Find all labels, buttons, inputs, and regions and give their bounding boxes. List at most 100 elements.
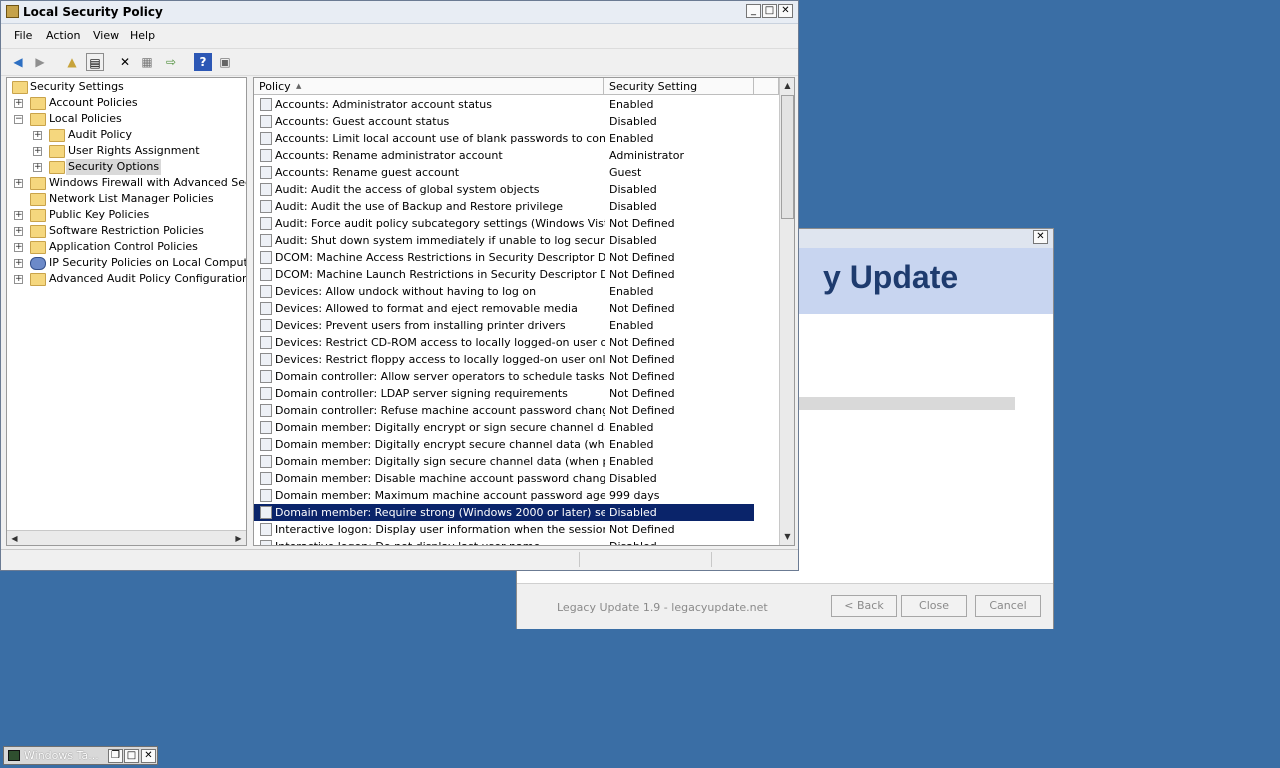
table-row[interactable]: Audit: Shut down system immediately if u… bbox=[254, 232, 754, 249]
scroll-left-icon[interactable]: ◀ bbox=[7, 531, 22, 545]
table-row[interactable]: DCOM: Machine Launch Restrictions in Sec… bbox=[254, 266, 754, 283]
expand-icon[interactable]: + bbox=[14, 99, 23, 108]
forward-icon[interactable]: ▶ bbox=[31, 53, 49, 71]
close-button[interactable]: Close bbox=[901, 595, 967, 617]
policy-name: Audit: Audit the access of global system… bbox=[275, 183, 540, 196]
tree-node-ip-security[interactable]: + IP Security Policies on Local Computer bbox=[7, 255, 247, 271]
tree-node-public-key-policies[interactable]: + Public Key Policies bbox=[7, 207, 246, 223]
properties-icon[interactable]: ▦ bbox=[138, 53, 156, 71]
policy-icon bbox=[260, 200, 272, 213]
policy-setting: Not Defined bbox=[609, 523, 675, 536]
tree-node-application-control[interactable]: + Application Control Policies bbox=[7, 239, 246, 255]
policy-icon bbox=[260, 319, 272, 332]
policy-setting: Disabled bbox=[609, 200, 657, 213]
policy-name: Devices: Restrict CD-ROM access to local… bbox=[275, 336, 605, 349]
tree-node-software-restriction[interactable]: + Software Restriction Policies bbox=[7, 223, 246, 239]
close-icon[interactable]: ✕ bbox=[141, 749, 156, 763]
table-row[interactable]: Accounts: Rename guest account Guest bbox=[254, 164, 754, 181]
folder-icon bbox=[30, 113, 46, 126]
menu-file[interactable]: File bbox=[14, 29, 32, 42]
expand-icon[interactable]: + bbox=[14, 275, 23, 284]
table-row[interactable]: Devices: Restrict CD-ROM access to local… bbox=[254, 334, 754, 351]
table-row[interactable]: Accounts: Administrator account status En… bbox=[254, 96, 754, 113]
minimized-window-button[interactable]: Windows Ta... ❐ □ ✕ bbox=[3, 746, 158, 765]
tree-node-local-policies[interactable]: − Local Policies bbox=[7, 111, 246, 127]
expand-icon[interactable]: + bbox=[33, 163, 42, 172]
policy-setting: Disabled bbox=[609, 506, 657, 519]
expand-icon[interactable]: + bbox=[14, 211, 23, 220]
back-button[interactable]: < Back bbox=[831, 595, 897, 617]
table-row[interactable]: Domain member: Digitally encrypt secure … bbox=[254, 436, 754, 453]
tree-node-label: Audit Policy bbox=[68, 128, 132, 141]
menu-view[interactable]: View bbox=[93, 29, 119, 42]
scroll-right-icon[interactable]: ▶ bbox=[231, 531, 246, 545]
tree-node-windows-firewall[interactable]: + Windows Firewall with Advanced Securit… bbox=[7, 175, 246, 191]
back-icon[interactable]: ◀ bbox=[9, 53, 27, 71]
table-row[interactable]: Audit: Force audit policy subcategory se… bbox=[254, 215, 754, 232]
table-row[interactable]: Devices: Prevent users from installing p… bbox=[254, 317, 754, 334]
tree-node-security-options[interactable]: + Security Options bbox=[7, 159, 246, 175]
close-icon[interactable]: ✕ bbox=[778, 4, 793, 18]
policy-icon bbox=[260, 149, 272, 162]
tree-node-network-list-manager[interactable]: Network List Manager Policies bbox=[7, 191, 246, 207]
expand-icon[interactable]: + bbox=[14, 243, 23, 252]
table-row[interactable]: Devices: Allow undock without having to … bbox=[254, 283, 754, 300]
tree-node-audit-policy[interactable]: + Audit Policy bbox=[7, 127, 246, 143]
policy-name: Audit: Audit the use of Backup and Resto… bbox=[275, 200, 563, 213]
menu-action[interactable]: Action bbox=[46, 29, 80, 42]
minimize-icon[interactable]: _ bbox=[746, 4, 761, 18]
table-row[interactable]: Accounts: Rename administrator account Ad… bbox=[254, 147, 754, 164]
table-row[interactable]: Interactive logon: Display user informat… bbox=[254, 521, 754, 538]
table-row[interactable]: Audit: Audit the access of global system… bbox=[254, 181, 754, 198]
table-row[interactable]: Domain member: Digitally sign secure cha… bbox=[254, 453, 754, 470]
maximize-icon[interactable]: □ bbox=[762, 4, 777, 18]
table-row[interactable]: Accounts: Guest account status Disabled bbox=[254, 113, 754, 130]
table-row[interactable]: Domain member: Disable machine account p… bbox=[254, 470, 754, 487]
folder-icon bbox=[49, 161, 65, 174]
collapse-icon[interactable]: − bbox=[14, 115, 23, 124]
list-vertical-scrollbar[interactable]: ▲ ▼ bbox=[779, 78, 794, 545]
column-header-policy[interactable]: Policy ▲ bbox=[254, 78, 604, 95]
tree-node-label: IP Security Policies on Local Computer bbox=[49, 256, 247, 269]
tree-horizontal-scrollbar[interactable]: ◀ ▶ bbox=[7, 530, 246, 545]
table-row[interactable]: Domain member: Require strong (Windows 2… bbox=[254, 504, 754, 521]
delete-icon[interactable]: ✕ bbox=[116, 53, 134, 71]
table-row[interactable]: Domain controller: LDAP server signing r… bbox=[254, 385, 754, 402]
help-icon[interactable]: ? bbox=[194, 53, 212, 71]
scroll-up-icon[interactable]: ▲ bbox=[780, 78, 794, 94]
up-folder-icon[interactable]: ▲ bbox=[63, 53, 81, 71]
table-row[interactable]: Domain controller: Allow server operator… bbox=[254, 368, 754, 385]
restore-icon[interactable]: ❐ bbox=[108, 749, 123, 763]
expand-icon[interactable]: + bbox=[14, 179, 23, 188]
table-row[interactable]: Devices: Restrict floppy access to local… bbox=[254, 351, 754, 368]
tree-node-security-settings[interactable]: Security Settings bbox=[7, 79, 246, 95]
expand-icon[interactable]: + bbox=[33, 147, 42, 156]
show-hide-tree-icon[interactable]: ▤ bbox=[86, 53, 104, 71]
wizard-close-icon[interactable]: ✕ bbox=[1033, 230, 1048, 244]
table-row[interactable]: Domain member: Digitally encrypt or sign… bbox=[254, 419, 754, 436]
table-row[interactable]: Domain controller: Refuse machine accoun… bbox=[254, 402, 754, 419]
table-row[interactable]: Interactive logon: Do not display last u… bbox=[254, 538, 754, 545]
cancel-button[interactable]: Cancel bbox=[975, 595, 1041, 617]
console-view-icon[interactable]: ▣ bbox=[216, 53, 234, 71]
scroll-down-icon[interactable]: ▼ bbox=[780, 529, 794, 545]
tree-node-user-rights-assignment[interactable]: + User Rights Assignment bbox=[7, 143, 246, 159]
expand-icon[interactable]: + bbox=[33, 131, 42, 140]
menu-help[interactable]: Help bbox=[130, 29, 155, 42]
maximize-icon[interactable]: □ bbox=[124, 749, 139, 763]
table-row[interactable]: DCOM: Machine Access Restrictions in Sec… bbox=[254, 249, 754, 266]
table-row[interactable]: Devices: Allowed to format and eject rem… bbox=[254, 300, 754, 317]
menu-bar: File Action View Help bbox=[1, 25, 798, 47]
tree-node-account-policies[interactable]: + Account Policies bbox=[7, 95, 246, 111]
column-header-security-setting[interactable]: Security Setting bbox=[604, 78, 754, 95]
expand-icon[interactable]: + bbox=[14, 259, 23, 268]
table-row[interactable]: Audit: Audit the use of Backup and Resto… bbox=[254, 198, 754, 215]
policy-icon bbox=[260, 370, 272, 383]
table-row[interactable]: Domain member: Maximum machine account p… bbox=[254, 487, 754, 504]
expand-icon[interactable]: + bbox=[14, 227, 23, 236]
tree-node-label: Security Options bbox=[66, 159, 162, 175]
tree-node-advanced-audit[interactable]: + Advanced Audit Policy Configuration bbox=[7, 271, 246, 287]
table-row[interactable]: Accounts: Limit local account use of bla… bbox=[254, 130, 754, 147]
export-list-icon[interactable]: ⇨ bbox=[162, 53, 180, 71]
scroll-thumb[interactable] bbox=[781, 95, 794, 219]
